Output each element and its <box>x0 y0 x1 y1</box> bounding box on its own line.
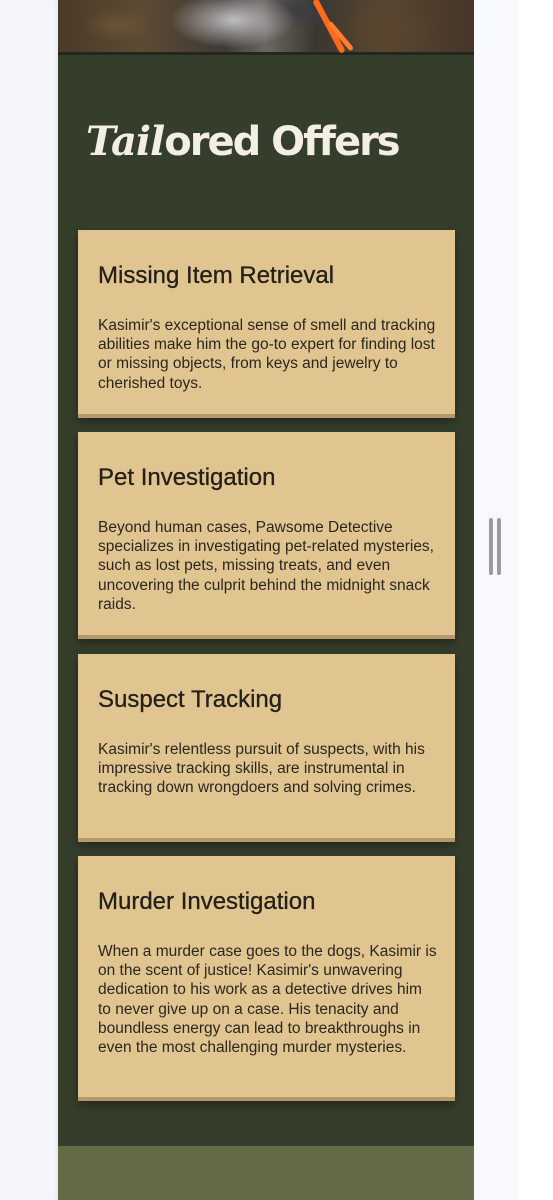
drag-handle-icon[interactable] <box>489 518 502 575</box>
left-margin <box>0 0 58 1200</box>
offer-card-title: Murder Investigation <box>98 888 316 915</box>
section-title-script: Tail <box>86 118 165 165</box>
offer-card-title: Missing Item Retrieval <box>98 262 335 289</box>
offer-card-missing-item: Missing Item Retrieval Kasimir's excepti… <box>78 230 455 418</box>
offer-card-description: Kasimir's exceptional sense of smell and… <box>98 317 436 392</box>
offer-card-title: Suspect Tracking <box>98 686 283 713</box>
offer-card-suspect-tracking: Suspect Tracking Kasimir's relentless pu… <box>78 654 455 842</box>
outer-background <box>518 0 553 1200</box>
dog-photo <box>58 0 474 55</box>
handle-bar-left <box>489 518 493 575</box>
next-section-band <box>58 1146 474 1200</box>
offer-card-description: Beyond human cases, Pawsome Detective sp… <box>98 519 434 613</box>
section-title-rest: ored Offers <box>164 119 400 165</box>
offer-card-description: Kasimir's relentless pursuit of suspects… <box>98 741 425 797</box>
right-gutter <box>474 0 518 1200</box>
offer-card-title: Pet Investigation <box>98 464 276 491</box>
offer-card-description: When a murder case goes to the dogs, Kas… <box>98 943 437 1057</box>
device-frame: Tailored Offers Missing Item Retrieval K… <box>0 0 553 1200</box>
handle-bar-right <box>497 518 501 575</box>
offer-card-pet-investigation: Pet Investigation Beyond human cases, Pa… <box>78 432 455 639</box>
page-viewport[interactable]: Tailored Offers Missing Item Retrieval K… <box>58 0 474 1200</box>
offer-card-murder-investigation: Murder Investigation When a murder case … <box>78 856 455 1101</box>
section-title: Tailored Offers <box>86 118 401 165</box>
